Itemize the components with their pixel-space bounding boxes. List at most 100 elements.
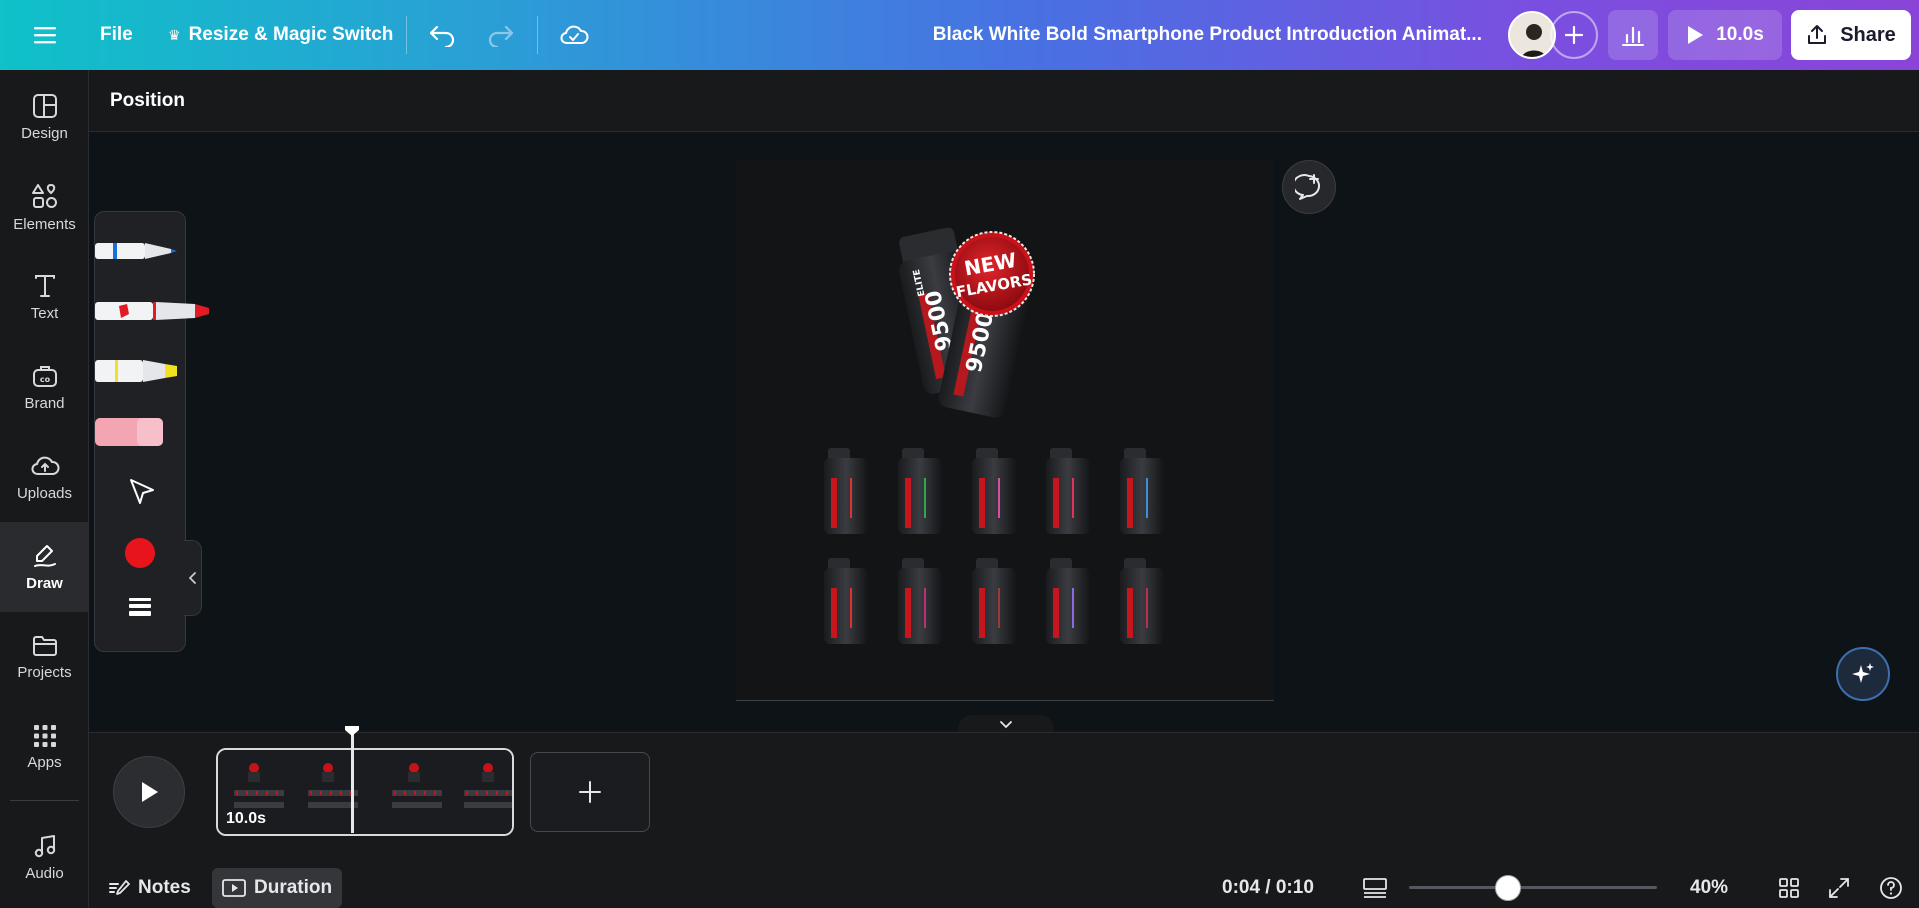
- collapse-draw-panel-button[interactable]: [184, 540, 202, 616]
- notes-label: Notes: [138, 877, 191, 898]
- share-label: Share: [1840, 23, 1896, 46]
- context-toolbar: Position: [89, 70, 1919, 132]
- sidebar-item-audio[interactable]: Audio: [0, 812, 89, 902]
- sidebar-item-uploads[interactable]: Uploads: [0, 432, 89, 522]
- bottom-status-bar: [89, 854, 1919, 908]
- document-title[interactable]: Black White Bold Smartphone Product Intr…: [933, 0, 1482, 70]
- help-question-icon: [1880, 877, 1902, 899]
- share-upload-icon: [1808, 25, 1827, 44]
- elements-shapes-icon: [31, 183, 57, 208]
- page-view-toggle[interactable]: [1359, 872, 1391, 904]
- top-toolbar: File ♛ Resize & Magic Switch Black White…: [0, 0, 1919, 70]
- bar-chart-icon: [1622, 26, 1644, 46]
- timeline-playhead[interactable]: [351, 727, 354, 833]
- zoom-level-display[interactable]: 40%: [1690, 868, 1728, 908]
- left-sidebar: Design Elements Text co Brand Uploads Dr…: [0, 70, 89, 908]
- fullscreen-expand-icon: [1829, 878, 1849, 898]
- notes-button[interactable]: Notes: [108, 868, 191, 908]
- avatar[interactable]: [1508, 11, 1556, 59]
- design-page[interactable]: 9500 ELITE 9500 ELITE NEW FLAVORS: [736, 160, 1274, 701]
- add-page-button[interactable]: [530, 752, 650, 832]
- sidebar-item-label: Elements: [13, 215, 76, 233]
- grid-view-button[interactable]: [1773, 872, 1805, 904]
- apps-grid-icon: [33, 724, 56, 747]
- timeline-clip[interactable]: 10.0s: [216, 748, 514, 836]
- pen-icon: [95, 243, 177, 259]
- marker-icon: [95, 302, 209, 320]
- sidebar-item-brand[interactable]: co Brand: [0, 342, 89, 432]
- sidebar-item-draw[interactable]: Draw: [0, 522, 89, 612]
- play-icon: [1688, 26, 1704, 44]
- notes-pencil-icon: [109, 880, 130, 895]
- zoom-slider-track[interactable]: [1409, 886, 1657, 889]
- sidebar-item-label: Draw: [26, 574, 63, 592]
- play-icon: [142, 782, 158, 802]
- magic-assistant-button[interactable]: [1836, 647, 1890, 701]
- insights-button[interactable]: [1608, 10, 1658, 60]
- sidebar-item-elements[interactable]: Elements: [0, 162, 89, 252]
- marker-tool-button[interactable]: [95, 286, 209, 336]
- design-layout-icon: [32, 93, 57, 118]
- present-button[interactable]: 10.0s: [1668, 10, 1782, 60]
- music-note-icon: [34, 834, 55, 857]
- brand-briefcase-icon: co: [32, 365, 57, 387]
- position-button[interactable]: Position: [110, 70, 185, 132]
- sidebar-item-label: Design: [21, 124, 68, 142]
- text-t-icon: [34, 274, 55, 297]
- share-button[interactable]: Share: [1791, 10, 1911, 60]
- hamburger-menu-icon: [34, 27, 56, 44]
- resize-magic-switch-button[interactable]: ♛ Resize & Magic Switch: [168, 0, 393, 70]
- sidebar-item-label: Audio: [25, 864, 64, 882]
- sidebar-item-label: Uploads: [16, 484, 73, 502]
- grid-view-icon: [1779, 878, 1799, 898]
- select-tool-button[interactable]: [95, 466, 187, 516]
- sidebar-item-label: Apps: [27, 753, 62, 771]
- crown-icon: ♛: [168, 26, 181, 43]
- playhead-handle-icon[interactable]: [344, 725, 360, 737]
- sidebar-item-apps[interactable]: Apps: [0, 702, 89, 792]
- sidebar-item-design[interactable]: Design: [0, 72, 89, 162]
- sidebar-divider: [10, 800, 79, 801]
- comment-plus-icon: [1295, 174, 1321, 200]
- plus-icon: [1565, 26, 1583, 44]
- fullscreen-button[interactable]: [1823, 872, 1855, 904]
- color-swatch-icon: [125, 538, 155, 568]
- duration-button[interactable]: Duration: [212, 868, 343, 908]
- product-row-1: [824, 448, 1164, 534]
- draw-pen-icon: [33, 544, 56, 567]
- color-picker-button[interactable]: [95, 528, 187, 578]
- file-menu-button[interactable]: File: [100, 0, 133, 70]
- save-status-button[interactable]: [559, 0, 589, 70]
- sidebar-item-label: Text: [30, 304, 59, 322]
- eraser-tool-button[interactable]: [95, 406, 187, 456]
- stroke-weight-button[interactable]: [95, 582, 187, 632]
- help-button[interactable]: [1875, 872, 1907, 904]
- redo-button[interactable]: [487, 0, 515, 70]
- undo-button[interactable]: [428, 0, 456, 70]
- main-menu-button[interactable]: [34, 0, 56, 70]
- sparkle-icon: [1852, 663, 1874, 683]
- add-comment-button[interactable]: [1282, 160, 1336, 214]
- sidebar-item-text[interactable]: Text: [0, 252, 89, 342]
- sidebar-item-label: Projects: [17, 663, 72, 681]
- svg-text:co: co: [39, 375, 50, 384]
- eraser-icon: [95, 418, 163, 446]
- folder-icon: [32, 635, 57, 656]
- plus-icon: [579, 781, 601, 803]
- toolbar-divider: [537, 16, 538, 54]
- highlighter-icon: [95, 360, 177, 382]
- resize-magic-switch-label: Resize & Magic Switch: [188, 24, 394, 45]
- chevron-left-icon: [188, 572, 196, 584]
- page-layout-icon: [1363, 878, 1387, 898]
- stroke-weight-icon: [129, 598, 151, 616]
- add-collaborator-button[interactable]: [1550, 11, 1598, 59]
- sidebar-item-projects[interactable]: Projects: [0, 612, 89, 702]
- cloud-saved-icon: [560, 25, 589, 44]
- zoom-slider-thumb[interactable]: [1495, 875, 1522, 901]
- pen-tool-button[interactable]: [95, 226, 187, 276]
- present-duration-label: 10.0s: [1716, 24, 1764, 45]
- clip-duration-label: 10.0s: [226, 810, 267, 827]
- timeline-play-button[interactable]: [113, 756, 185, 828]
- product-row-2: [824, 558, 1164, 644]
- highlighter-tool-button[interactable]: [95, 346, 187, 396]
